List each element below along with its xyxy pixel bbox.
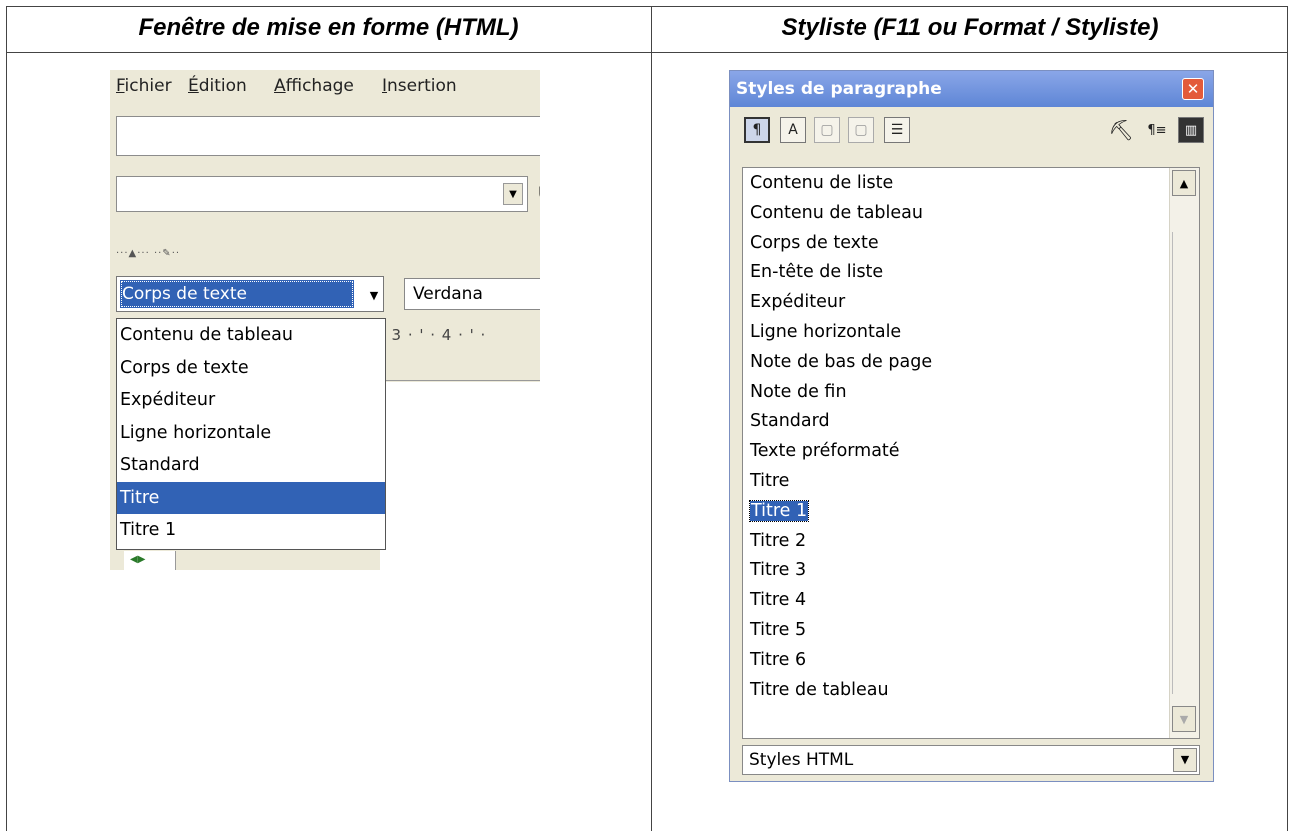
ruler: · 3 · ' · 4 · ' · bbox=[380, 326, 487, 344]
style-item[interactable]: Note de fin bbox=[743, 377, 1199, 407]
scroll-down-icon[interactable]: ▼ bbox=[1172, 706, 1196, 732]
style-item[interactable]: Titre 2 bbox=[743, 526, 1199, 556]
right-header: Styliste (F11 ou Format / Styliste) bbox=[781, 14, 1159, 41]
document-area[interactable] bbox=[380, 382, 540, 570]
style-filter-combo[interactable]: Styles HTML ▼ bbox=[742, 745, 1200, 775]
menu-fichier[interactable]: Fichier bbox=[116, 76, 172, 96]
style-item[interactable]: Titre 4 bbox=[743, 585, 1199, 615]
menu-affichage[interactable]: Affichage bbox=[274, 76, 354, 96]
chevron-down-icon[interactable]: ▼ bbox=[1173, 748, 1197, 772]
page-styles-icon[interactable]: ▢ bbox=[848, 117, 874, 143]
style-item[interactable]: Titre de tableau bbox=[743, 675, 1199, 705]
font-name-combo[interactable]: Verdana bbox=[404, 278, 540, 310]
update-style-icon[interactable]: ▥ bbox=[1178, 117, 1204, 143]
style-item[interactable]: Titre 6 bbox=[743, 645, 1199, 675]
left-header: Fenêtre de mise en forme (HTML) bbox=[138, 14, 519, 41]
dropdown-item[interactable]: Expéditeur bbox=[117, 384, 385, 417]
fill-format-icon[interactable]: ⛏ bbox=[1108, 117, 1134, 143]
url-field[interactable] bbox=[116, 116, 540, 156]
menu-insertion[interactable]: Insertion bbox=[382, 76, 457, 96]
scroll-up-icon[interactable]: ▲ bbox=[1172, 170, 1196, 196]
character-styles-icon[interactable]: A bbox=[780, 117, 806, 143]
header-rule bbox=[6, 52, 1288, 53]
column-rule bbox=[651, 6, 652, 831]
mini-toolbar: ···▲··· ··✎·· bbox=[116, 248, 180, 264]
writer-window: Fichier Édition Affichage Insertion ▼ U … bbox=[110, 70, 540, 570]
scroll-thumb[interactable] bbox=[1172, 232, 1196, 694]
dropdown-item[interactable]: Corps de texte bbox=[117, 352, 385, 385]
dropdown-item[interactable]: Contenu de tableau bbox=[117, 319, 385, 352]
ruler-line bbox=[380, 380, 540, 381]
partial-label: U bbox=[538, 184, 540, 204]
style-item[interactable]: Texte préformaté bbox=[743, 436, 1199, 466]
style-item[interactable]: Note de bas de page bbox=[743, 347, 1199, 377]
paragraph-styles-icon[interactable]: ¶ bbox=[744, 117, 770, 143]
menu-bar: Fichier Édition Affichage Insertion bbox=[110, 70, 540, 108]
dropdown-item-selected[interactable]: Titre bbox=[117, 481, 385, 514]
style-item[interactable]: Titre 5 bbox=[743, 615, 1199, 645]
menu-edition[interactable]: Édition bbox=[188, 76, 247, 96]
navigator-icon[interactable]: ◀▶ bbox=[130, 554, 145, 565]
style-item[interactable]: En-tête de liste bbox=[743, 257, 1199, 287]
style-item[interactable]: Ligne horizontale bbox=[743, 317, 1199, 347]
style-item[interactable]: Titre 3 bbox=[743, 555, 1199, 585]
paragraph-style-value[interactable]: Corps de texte bbox=[120, 280, 354, 308]
collapse-up-icon[interactable]: ···▲··· bbox=[116, 248, 150, 259]
frame-styles-icon[interactable]: ▢ bbox=[814, 117, 840, 143]
dropdown-item[interactable]: Ligne horizontale bbox=[117, 417, 385, 450]
chevron-down-icon[interactable]: ▼ bbox=[365, 281, 383, 309]
new-style-icon[interactable]: ¶≡ bbox=[1144, 117, 1170, 143]
style-list: Contenu de liste Contenu de tableau Corp… bbox=[742, 167, 1200, 739]
dropdown-item[interactable]: Standard bbox=[117, 449, 385, 482]
style-item[interactable]: Corps de texte bbox=[743, 228, 1199, 258]
dropdown-item[interactable]: Titre 1 bbox=[117, 514, 385, 547]
style-item[interactable]: Standard bbox=[743, 406, 1199, 436]
style-item[interactable]: Contenu de tableau bbox=[743, 198, 1199, 228]
list-styles-icon[interactable]: ☰ bbox=[884, 117, 910, 143]
style-item-selected[interactable]: Titre 1 bbox=[743, 496, 1199, 526]
style-item[interactable]: Contenu de liste bbox=[743, 168, 1199, 198]
stylist-window: Styles de paragraphe ✕ ¶ A ▢ ▢ ☰ ⛏ ¶≡ ▥ … bbox=[729, 70, 1214, 782]
title-bar[interactable]: Styles de paragraphe ✕ bbox=[730, 71, 1213, 107]
eraser-icon[interactable]: ··✎·· bbox=[154, 248, 180, 259]
style-item[interactable]: Titre bbox=[743, 466, 1199, 496]
close-icon[interactable]: ✕ bbox=[1182, 78, 1204, 100]
toolbar-combo[interactable]: ▼ bbox=[116, 176, 528, 212]
style-dropdown-list: Contenu de tableau Corps de texte Expédi… bbox=[116, 318, 386, 550]
toolbar-combo-arrow[interactable]: ▼ bbox=[503, 183, 523, 205]
scrollbar[interactable]: ▲ ▼ bbox=[1169, 168, 1199, 738]
paragraph-style-combo[interactable]: Corps de texte ▼ bbox=[116, 276, 384, 312]
window-title: Styles de paragraphe bbox=[736, 79, 942, 99]
style-filter-value: Styles HTML bbox=[749, 750, 854, 770]
style-item[interactable]: Expéditeur bbox=[743, 287, 1199, 317]
